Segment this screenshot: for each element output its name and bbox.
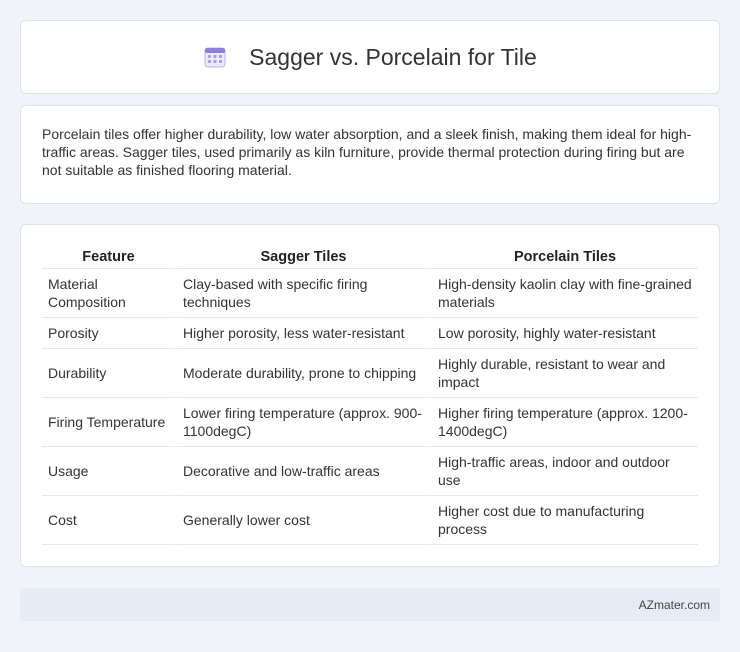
calendar-icon	[203, 45, 227, 69]
row-feature: Usage	[42, 447, 175, 496]
table-row: Usage Decorative and low-traffic areas H…	[42, 447, 698, 496]
table-row: Cost Generally lower cost Higher cost du…	[42, 496, 698, 545]
row-porcelain-value: High-traffic areas, indoor and outdoor u…	[430, 447, 698, 496]
table-header-row: Feature Sagger Tiles Porcelain Tiles	[42, 245, 698, 269]
column-header-sagger: Sagger Tiles	[175, 245, 430, 269]
row-sagger-value: Generally lower cost	[175, 496, 430, 545]
row-porcelain-value: Highly durable, resistant to wear and im…	[430, 349, 698, 398]
table-row: Durability Moderate durability, prone to…	[42, 349, 698, 398]
intro-card: Porcelain tiles offer higher durability,…	[20, 105, 720, 204]
table-row: Material Composition Clay-based with spe…	[42, 269, 698, 318]
title-card: Sagger vs. Porcelain for Tile	[20, 20, 720, 94]
comparison-table-card: Feature Sagger Tiles Porcelain Tiles Mat…	[20, 224, 720, 567]
row-feature: Durability	[42, 349, 175, 398]
comparison-table: Feature Sagger Tiles Porcelain Tiles Mat…	[42, 245, 698, 545]
row-porcelain-value: High-density kaolin clay with fine-grain…	[430, 269, 698, 318]
intro-text: Porcelain tiles offer higher durability,…	[42, 126, 692, 178]
row-feature: Firing Temperature	[42, 398, 175, 447]
table-row: Porosity Higher porosity, less water-res…	[42, 318, 698, 349]
row-porcelain-value: Higher firing temperature (approx. 1200-…	[430, 398, 698, 447]
row-feature: Porosity	[42, 318, 175, 349]
row-porcelain-value: Higher cost due to manufacturing process	[430, 496, 698, 545]
table-row: Firing Temperature Lower firing temperat…	[42, 398, 698, 447]
footer-brand[interactable]: AZmater.com	[639, 598, 710, 612]
row-feature: Material Composition	[42, 269, 175, 318]
row-sagger-value: Higher porosity, less water-resistant	[175, 318, 430, 349]
row-sagger-value: Lower firing temperature (approx. 900-11…	[175, 398, 430, 447]
column-header-feature: Feature	[42, 245, 175, 269]
row-feature: Cost	[42, 496, 175, 545]
page-title: Sagger vs. Porcelain for Tile	[249, 43, 537, 70]
row-sagger-value: Clay-based with specific firing techniqu…	[175, 269, 430, 318]
row-porcelain-value: Low porosity, highly water-resistant	[430, 318, 698, 349]
row-sagger-value: Moderate durability, prone to chipping	[175, 349, 430, 398]
footer: AZmater.com	[20, 588, 720, 621]
column-header-porcelain: Porcelain Tiles	[430, 245, 698, 269]
row-sagger-value: Decorative and low-traffic areas	[175, 447, 430, 496]
